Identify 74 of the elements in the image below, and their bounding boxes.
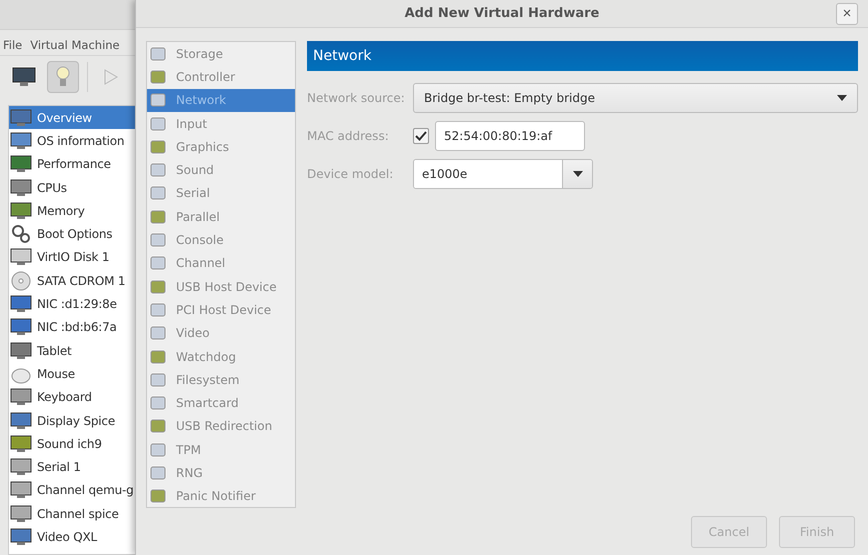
hardware-item[interactable]: SATA CDROM 1 [9, 269, 135, 292]
device-icon [150, 395, 166, 412]
monitor-icon [10, 130, 32, 151]
network-source-dropdown[interactable]: Bridge br-test: Empty bridge [413, 83, 858, 113]
hardware-item[interactable]: Channel spice [9, 502, 135, 526]
lightbulb-icon [56, 66, 70, 88]
device-icon [150, 232, 166, 248]
gears-icon [10, 224, 32, 244]
device-icon [150, 138, 166, 155]
device-icon [150, 46, 166, 62]
field-label: MAC address: [307, 129, 389, 143]
close-button[interactable]: × [836, 3, 858, 25]
hardware-item[interactable]: NIC :bd:b6:7a [9, 316, 135, 339]
device-icon [150, 464, 166, 481]
field-label: Network source: [307, 91, 405, 105]
monitor-icon [10, 480, 32, 500]
hardware-item[interactable]: VirtIO Disk 1 [9, 246, 135, 270]
monitor-icon [10, 457, 32, 478]
device-icon [150, 278, 166, 295]
device-model-combo[interactable]: e1000e [413, 159, 593, 189]
device-icon [150, 116, 166, 132]
monitor-icon [10, 434, 32, 454]
hardware-item[interactable]: CPUs [9, 176, 135, 200]
device-icon [150, 255, 166, 272]
monitor-icon [10, 200, 32, 221]
monitor-icon [10, 317, 32, 338]
monitor-icon [10, 526, 32, 547]
caret-icon [572, 171, 582, 177]
hardware-item[interactable]: Memory [9, 199, 135, 222]
monitor-icon [10, 154, 32, 174]
hardware-item[interactable]: OS information [9, 129, 135, 153]
play-icon [104, 68, 118, 84]
device-icon [150, 348, 166, 364]
device-icon [150, 488, 166, 504]
dropdown-button[interactable] [562, 160, 592, 188]
hardware-item[interactable]: Display Spice [9, 408, 135, 432]
hardware-item[interactable]: NIC :d1:29:8e [9, 292, 135, 316]
device-icon [150, 208, 166, 225]
field-label: Device model: [307, 167, 394, 181]
monitor-icon [10, 178, 32, 198]
device-icon [150, 325, 166, 342]
device-icon [150, 442, 166, 458]
monitor-icon [10, 294, 32, 314]
dialog-title: Add New Virtual Hardware [404, 6, 600, 21]
device-icon [150, 92, 166, 108]
device-icon [150, 302, 166, 318]
hardware-item[interactable]: Keyboard [9, 386, 135, 409]
monitor-icon [10, 504, 32, 524]
device-icon [150, 372, 166, 388]
section-header: Network [307, 41, 858, 71]
mac-address-field[interactable]: 52:54:00:80:19:af [435, 121, 585, 151]
hardware-item[interactable]: Performance [9, 152, 135, 176]
menu-item[interactable]: File [3, 38, 22, 52]
hardware-item[interactable]: Boot Options [9, 222, 135, 246]
mac-checkbox[interactable] [413, 128, 429, 144]
hardware-item[interactable]: Mouse [9, 362, 135, 386]
monitor-icon [10, 410, 32, 430]
hardware-item[interactable]: Overview [9, 106, 135, 130]
monitor-icon [10, 340, 32, 361]
device-icon [150, 185, 166, 202]
hardware-item[interactable]: Tablet [9, 338, 135, 362]
monitor-icon [12, 66, 36, 86]
device-icon [150, 418, 166, 434]
monitor-icon [10, 387, 32, 408]
checkmark-icon [415, 131, 427, 141]
device-icon [150, 162, 166, 178]
hardware-item[interactable]: Sound ich9 [9, 432, 135, 456]
hardware-item[interactable]: Channel qemu-g [9, 478, 135, 502]
caret-icon [837, 95, 847, 101]
hardware-item[interactable]: Video QXL [9, 525, 135, 549]
monitor-icon [10, 108, 32, 128]
hardware-item[interactable]: Serial 1 [9, 455, 135, 479]
menu-item[interactable]: Virtual Machine [30, 38, 120, 52]
device-icon [150, 68, 166, 85]
